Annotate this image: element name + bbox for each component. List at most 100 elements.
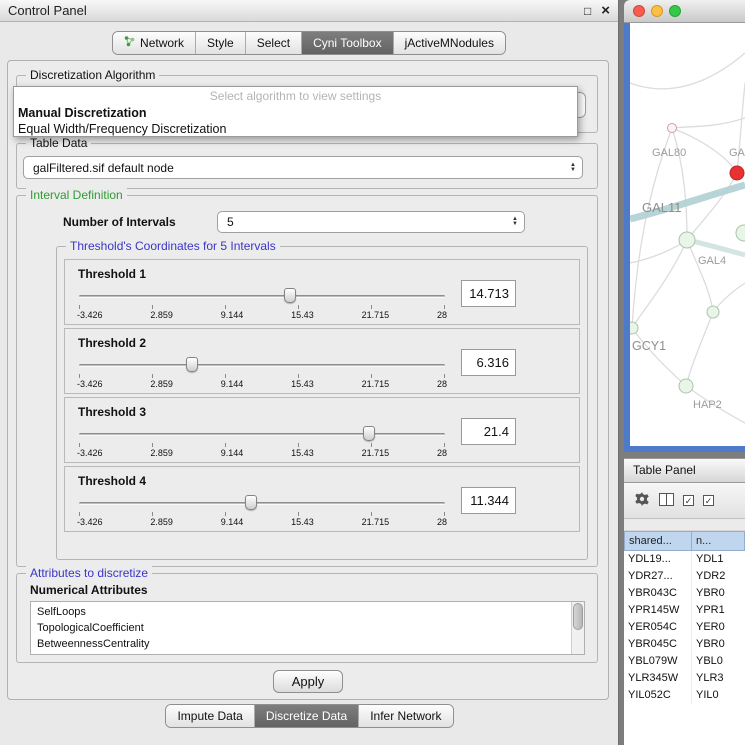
cell-name[interactable]: YBR0 [692,636,745,653]
tab-infer-network[interactable]: Infer Network [358,705,452,727]
mac-titlebar [624,0,745,23]
node-label: GAL11 [642,200,682,215]
thresholds-list: Threshold 1 -3.426 2.859 9.144 [57,256,587,535]
threshold-value-field[interactable]: 14.713 [461,280,516,307]
cell-shared-name[interactable]: YIL052C [624,687,692,704]
select-none-checkbox-icon[interactable]: ✓ [703,495,714,506]
column-header-name[interactable]: n... [692,531,745,551]
table-row[interactable]: YIL052C YIL0 [624,687,745,704]
list-scrollbar[interactable] [571,602,584,654]
cell-shared-name[interactable]: YDL19... [624,551,692,568]
table-row[interactable]: YBL079W YBL0 [624,653,745,670]
cell-name[interactable]: YIL0 [692,687,745,704]
network-canvas[interactable]: GAL80 GAL11 GAL4 GCY1 HAP2 GA [624,23,745,452]
cell-name[interactable]: YBR0 [692,585,745,602]
tab-select[interactable]: Select [245,32,301,54]
threshold-slider[interactable] [77,288,447,304]
settings-gear-icon[interactable] [634,491,650,510]
numerical-attributes-label: Numerical Attributes [30,583,148,597]
tab-discretize-data-label: Discretize Data [266,709,347,723]
threshold-slider[interactable] [77,495,447,511]
threshold-value-field[interactable]: 6.316 [461,349,516,376]
tick-label: 21.715 [362,517,390,527]
algorithm-dropdown-popup: Select algorithm to view settings Manual… [13,86,578,137]
cell-shared-name[interactable]: YPR145W [624,602,692,619]
table-row[interactable]: YER054C YER0 [624,619,745,636]
threshold-main: Threshold 4 -3.426 2.859 9.144 [73,474,451,527]
attribute-list-item[interactable]: SelfLoops [31,604,571,620]
tab-discretize-data[interactable]: Discretize Data [254,705,358,727]
table-row[interactable]: YBR045C YBR0 [624,636,745,653]
cell-name[interactable]: YDL1 [692,551,745,568]
cell-shared-name[interactable]: YLR345W [624,670,692,687]
columns-icon[interactable] [659,493,674,509]
select-all-checkbox-icon[interactable]: ✓ [683,495,694,506]
cell-name[interactable]: YER0 [692,619,745,636]
float-window-button[interactable]: □ [584,4,591,18]
threshold-label: Threshold 4 [78,474,447,488]
attribute-list-item[interactable]: BetweennessCentrality [31,636,571,652]
close-icon[interactable]: × [601,4,610,18]
selected-node [730,166,744,180]
tab-style[interactable]: Style [195,32,245,54]
slider-tick-marks [79,374,445,378]
column-header-shared-name[interactable]: shared... [624,531,692,551]
traffic-light-minimize-icon[interactable] [651,5,663,17]
threshold-box: Threshold 4 -3.426 2.859 9.144 [64,466,580,532]
cell-name[interactable]: YBL0 [692,653,745,670]
control-panel: Control Panel □ × Network Style Select C… [0,0,619,745]
table-row[interactable]: YDL19... YDL1 [624,551,745,568]
attributes-to-discretize-group: Attributes to discretize Numerical Attri… [16,573,598,663]
tab-impute-data[interactable]: Impute Data [166,705,253,727]
dropdown-option-equal-width[interactable]: Equal Width/Frequency Discretization [14,121,577,137]
wide-edge [687,240,745,255]
chevron-up-down-icon: ▲▼ [567,163,582,173]
tick-label: 2.859 [150,310,173,320]
table-row[interactable]: YDR27... YDR2 [624,568,745,585]
slider-handle[interactable] [363,426,375,441]
traffic-light-zoom-icon[interactable] [669,5,681,17]
tick-label: 21.715 [362,448,390,458]
cell-name[interactable]: YLR3 [692,670,745,687]
tab-cyni-toolbox[interactable]: Cyni Toolbox [301,32,392,54]
cell-shared-name[interactable]: YBL079W [624,653,692,670]
dropdown-option-manual-discretization[interactable]: Manual Discretization [14,105,577,121]
tab-network[interactable]: Network [113,32,195,54]
slider-handle[interactable] [245,495,257,510]
table-toolbar: ✓ ✓ [624,483,745,519]
cell-shared-name[interactable]: YBR045C [624,636,692,653]
slider-handle[interactable] [186,357,198,372]
top-tab-group: Network Style Select Cyni Toolbox jActiv… [112,31,506,55]
table-data-combo[interactable]: galFiltered.sif default node ▲▼ [23,156,583,179]
traffic-light-close-icon[interactable] [633,5,645,17]
threshold-slider[interactable] [77,357,447,373]
threshold-main: Threshold 2 -3.426 2.859 9.144 [73,336,451,389]
table-toolbar-spacer [624,519,745,531]
threshold-value-field[interactable]: 11.344 [461,487,516,514]
cell-name[interactable]: YPR1 [692,602,745,619]
scrollbar-thumb[interactable] [573,603,583,630]
cell-shared-name[interactable]: YDR27... [624,568,692,585]
node-label: HAP2 [693,399,722,411]
tick-label: 28 [437,310,447,320]
chevron-up-down-icon: ▲▼ [509,217,524,227]
table-row[interactable]: YPR145W YPR1 [624,602,745,619]
number-of-intervals-combo[interactable]: 5 ▲▼ [217,211,525,233]
cell-shared-name[interactable]: YER054C [624,619,692,636]
table-row[interactable]: YLR345W YLR3 [624,670,745,687]
node-label-partial: GA [729,147,745,159]
cell-shared-name[interactable]: YBR043C [624,585,692,602]
slider-track [79,433,445,436]
cell-name[interactable]: YDR2 [692,568,745,585]
table-row[interactable]: YBR043C YBR0 [624,585,745,602]
attributes-group-title: Attributes to discretize [26,566,152,580]
attribute-list-item[interactable]: TopologicalCoefficient [31,620,571,636]
threshold-value-field[interactable]: 21.4 [461,418,516,445]
tab-jactivemodules[interactable]: jActiveMNodules [393,32,505,54]
apply-button[interactable]: Apply [273,670,344,693]
node-label: GAL80 [652,147,686,159]
threshold-slider[interactable] [77,426,447,442]
tick-label: 21.715 [362,310,390,320]
tick-label: 15.43 [291,517,314,527]
slider-handle[interactable] [284,288,296,303]
